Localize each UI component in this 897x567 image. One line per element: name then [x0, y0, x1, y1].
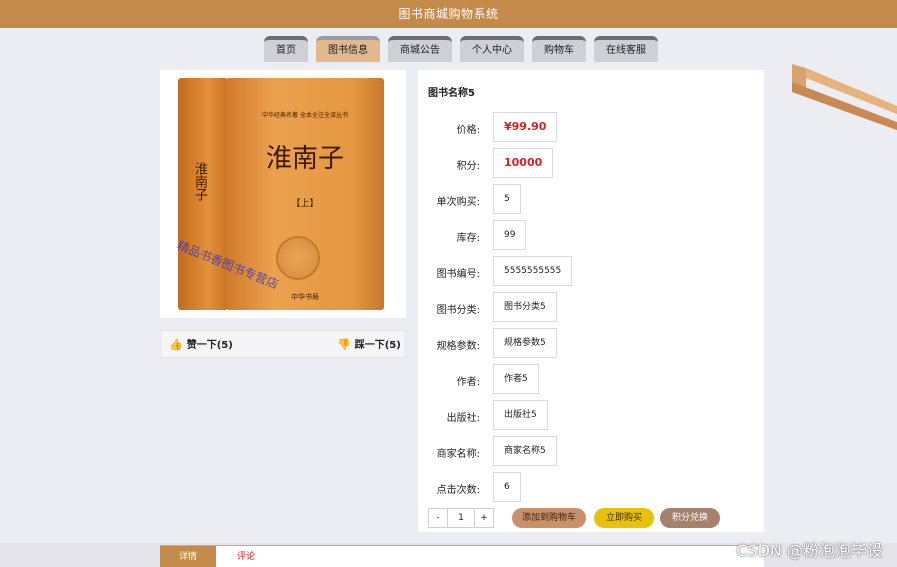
per-purchase-label: 单次购买:: [436, 197, 480, 208]
click-count-label: 点击次数:: [436, 485, 480, 496]
click-count-value: 6: [493, 472, 521, 502]
publisher-value: 出版社5: [493, 400, 548, 430]
book-volume: 【上】: [291, 199, 319, 209]
quantity-stepper: - 1 +: [428, 508, 494, 528]
book-image: 淮南子 中华经典名著 全本全注全译丛书 淮南子 【上】 中华书局 精品书香图书专…: [160, 70, 406, 318]
nav-personal-center[interactable]: 个人中心: [460, 36, 524, 62]
nav-customer-service[interactable]: 在线客服: [594, 36, 658, 62]
dislike-button[interactable]: 👎 踩一下(5): [337, 331, 401, 359]
points-label: 积分:: [456, 161, 480, 172]
nav-cart[interactable]: 购物车: [532, 36, 586, 62]
author-label: 作者:: [456, 377, 480, 388]
detail-tabs: 详情 评论: [160, 545, 764, 567]
category-label: 图书分类:: [436, 305, 480, 316]
book-back-volume: 淮南子: [178, 78, 228, 310]
book-cover-title: 淮南子: [265, 144, 344, 174]
book-spine-text: 淮南子: [192, 162, 207, 201]
decorative-frame: [792, 64, 897, 131]
dislike-label: 踩一下(5): [354, 340, 401, 351]
thumbs-up-icon: 👍: [169, 338, 183, 351]
book-number-label: 图书编号:: [436, 269, 480, 280]
product-detail-panel: 图书名称5 价格: ¥99.90 积分: 10000 单次购买: 5 库存: 9…: [418, 70, 764, 532]
spec-label: 规格参数:: [436, 341, 480, 352]
stock-value: 99: [493, 220, 527, 250]
main-nav: 首页 图书信息 商城公告 个人中心 购物车 在线客服: [0, 36, 897, 62]
book-number-value: 5555555555: [493, 256, 573, 286]
quantity-input[interactable]: 1: [448, 508, 474, 528]
price-value: ¥99.90: [493, 112, 558, 142]
thumbs-down-icon: 👎: [337, 338, 351, 351]
quantity-increase-button[interactable]: +: [474, 508, 494, 528]
points-exchange-button[interactable]: 积分兑换: [660, 508, 720, 528]
like-label: 赞一下(5): [186, 340, 233, 351]
book-series: 中华经典名著 全本全注全译丛书: [262, 112, 348, 119]
nav-book-info[interactable]: 图书信息: [316, 36, 380, 62]
app-header: 图书商城购物系统: [0, 0, 897, 28]
nav-announcements[interactable]: 商城公告: [388, 36, 452, 62]
vote-bar: 👍 赞一下(5) 👎 踩一下(5): [160, 330, 406, 358]
merchant-label: 商家名称:: [436, 449, 480, 460]
per-purchase-value: 5: [493, 184, 521, 214]
dragon-emblem-icon: [276, 236, 320, 280]
app-title: 图书商城购物系统: [398, 7, 499, 21]
quantity-decrease-button[interactable]: -: [428, 508, 448, 528]
merchant-value: 商家名称5: [493, 436, 557, 466]
csdn-watermark: CSDN @粉泡泡毕设: [736, 541, 883, 560]
buy-now-button[interactable]: 立即购买: [594, 508, 654, 528]
category-value: 图书分类5: [493, 292, 557, 322]
points-value: 10000: [493, 148, 554, 178]
product-name: 图书名称5: [428, 88, 475, 99]
tab-comments[interactable]: 评论: [224, 546, 268, 567]
nav-home[interactable]: 首页: [264, 36, 308, 62]
price-label: 价格:: [456, 125, 480, 136]
like-button[interactable]: 👍 赞一下(5): [169, 331, 233, 359]
book-publisher: 中华书局: [291, 293, 319, 301]
stock-label: 库存:: [456, 233, 480, 244]
publisher-label: 出版社:: [446, 413, 480, 424]
tab-details[interactable]: 详情: [160, 546, 216, 567]
spec-value: 规格参数5: [493, 328, 557, 358]
add-to-cart-button[interactable]: 添加到购物车: [512, 508, 586, 528]
author-value: 作者5: [493, 364, 539, 394]
